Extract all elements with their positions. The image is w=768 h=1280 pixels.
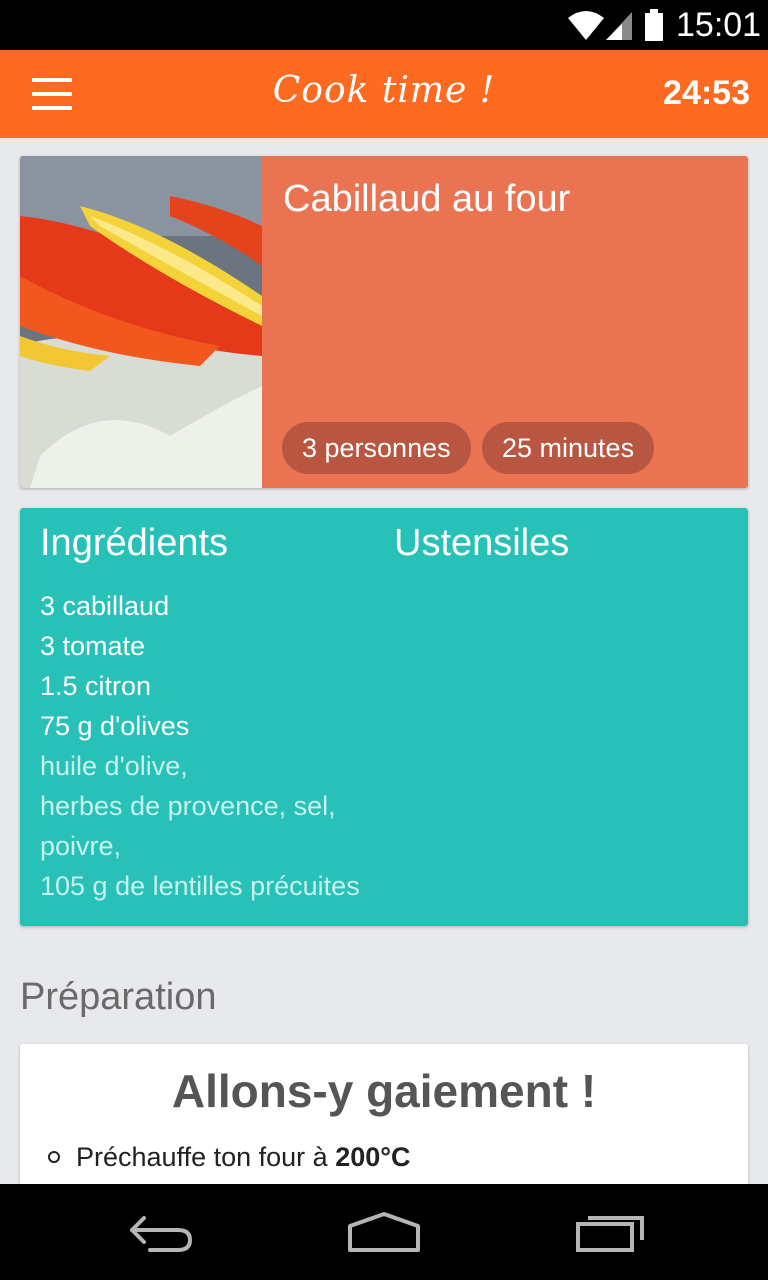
recipe-card[interactable]: Cabillaud au four 3 personnes 25 minutes <box>20 156 748 488</box>
navigation-bar <box>0 1184 768 1280</box>
ingredient-item-optional: poivre, <box>40 831 122 861</box>
ingredients-list: 3 cabillaud 3 tomate 1.5 citron 75 g d'o… <box>40 586 360 906</box>
ingredient-item: 3 cabillaud <box>40 591 170 621</box>
ingredient-item: 1.5 citron <box>40 671 152 701</box>
recent-apps-icon[interactable] <box>570 1206 650 1256</box>
utensils-heading: Ustensiles <box>394 522 570 564</box>
battery-icon <box>645 9 663 41</box>
app-bar: Cook time ! 24:53 <box>0 50 768 138</box>
status-time: 15:01 <box>676 6 762 44</box>
step-temperature: 200°C <box>335 1142 411 1172</box>
recipe-photo <box>20 156 262 488</box>
back-icon[interactable] <box>120 1206 200 1256</box>
ingredient-item: 3 tomate <box>40 631 146 661</box>
preparation-card: Allons-y gaiement ! Préchauffe ton four … <box>20 1044 748 1194</box>
step-text: Préchauffe ton four à <box>76 1142 336 1172</box>
status-bar: 15:01 <box>0 0 768 50</box>
ingredient-item: 75 g d'olives <box>40 711 190 741</box>
servings-badge[interactable]: 3 personnes <box>282 422 471 474</box>
duration-badge[interactable]: 25 minutes <box>482 422 655 474</box>
home-icon[interactable] <box>344 1206 424 1256</box>
preparation-heading: Préparation <box>20 976 217 1018</box>
preparation-title: Allons-y gaiement ! <box>171 1065 597 1117</box>
ingredients-heading: Ingrédients <box>40 522 229 564</box>
ingredient-item-optional: 105 g de lentilles précuites <box>40 871 360 901</box>
cooking-timer[interactable]: 24:53 <box>663 74 750 113</box>
app-title: Cook time ! <box>272 70 496 111</box>
recipe-title: Cabillaud au four <box>283 178 571 220</box>
ingredient-item-optional: huile d'olive, <box>40 751 188 781</box>
wifi-icon <box>568 11 604 40</box>
ingredient-item-optional: herbes de provence, sel, <box>40 791 336 821</box>
bullet-icon <box>48 1150 60 1163</box>
preparation-step: Préchauffe ton four à 200°C <box>48 1142 411 1173</box>
ingredients-card: Ingrédients Ustensiles 3 cabillaud 3 tom… <box>20 508 748 926</box>
signal-icon <box>606 12 632 40</box>
